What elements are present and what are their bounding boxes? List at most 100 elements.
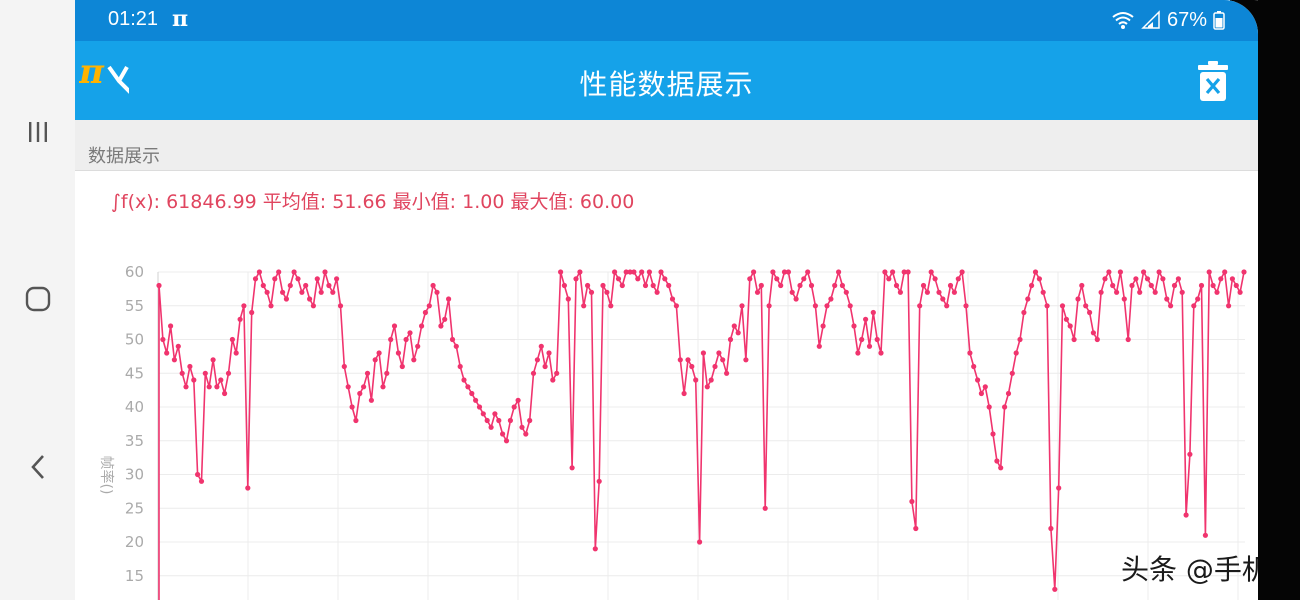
data-point — [824, 303, 830, 309]
data-point — [1148, 282, 1154, 289]
data-point — [1160, 276, 1166, 282]
data-point — [1183, 512, 1189, 518]
data-point — [283, 296, 289, 302]
data-point — [913, 525, 919, 532]
data-point — [179, 370, 185, 376]
y-tick-label: 15 — [125, 567, 144, 585]
system-nav-bar — [0, 0, 75, 600]
recents-icon[interactable] — [18, 112, 58, 152]
data-point — [249, 309, 255, 316]
data-point — [554, 370, 560, 376]
data-point — [604, 289, 610, 295]
data-point — [388, 336, 394, 343]
data-point — [210, 357, 216, 363]
data-point — [1106, 269, 1112, 275]
data-point — [681, 390, 687, 397]
home-icon[interactable] — [18, 279, 58, 319]
data-point — [704, 384, 710, 390]
data-point — [1013, 350, 1019, 356]
y-tick-label: 20 — [125, 533, 144, 551]
data-point — [198, 478, 205, 484]
data-point — [1171, 282, 1178, 289]
data-point — [1052, 586, 1058, 592]
data-point — [276, 269, 282, 275]
data-point — [650, 282, 656, 289]
data-point — [847, 303, 853, 309]
section-header: 数据展示 — [75, 120, 1258, 171]
data-point — [612, 269, 618, 275]
data-point — [1195, 296, 1201, 302]
data-point — [1002, 404, 1008, 410]
data-point — [326, 282, 332, 289]
data-point — [778, 282, 784, 289]
data-point — [866, 343, 873, 349]
data-point — [820, 323, 826, 329]
data-point — [1102, 276, 1108, 282]
data-point — [303, 282, 309, 289]
data-point — [1152, 289, 1158, 295]
data-point — [1222, 269, 1228, 275]
data-point — [295, 276, 301, 282]
data-point — [187, 363, 193, 370]
data-point — [503, 438, 510, 444]
data-point — [473, 397, 479, 403]
data-point — [658, 269, 664, 275]
data-point — [998, 465, 1004, 471]
data-point — [1067, 323, 1073, 329]
data-point — [1226, 303, 1232, 309]
data-point — [1114, 289, 1120, 295]
data-point — [376, 350, 382, 356]
data-point — [870, 309, 876, 316]
data-point — [384, 370, 390, 376]
stat-max: 最大值: 60.00 — [510, 191, 635, 213]
data-point — [581, 303, 587, 309]
data-point — [171, 357, 177, 363]
data-point — [1009, 370, 1015, 376]
data-point — [569, 465, 575, 471]
data-point — [314, 276, 320, 282]
data-point — [1071, 336, 1077, 343]
data-point — [928, 269, 934, 275]
data-point — [720, 357, 726, 363]
data-point — [986, 404, 992, 410]
data-point — [1036, 276, 1042, 282]
data-point — [947, 282, 954, 289]
y-tick-label: 60 — [125, 263, 144, 281]
data-point — [893, 282, 900, 289]
data-point — [156, 282, 162, 289]
y-tick-label: 35 — [125, 432, 144, 450]
data-point — [978, 390, 985, 397]
data-point — [1125, 336, 1131, 343]
data-point — [500, 431, 506, 437]
data-point — [507, 417, 513, 424]
data-point — [731, 323, 737, 329]
data-point — [1117, 269, 1123, 275]
data-point — [990, 431, 996, 437]
data-point — [963, 303, 969, 309]
trash-icon[interactable] — [1197, 60, 1229, 102]
data-point — [1133, 276, 1139, 282]
status-icons: 67% — [1111, 7, 1225, 33]
app-bar: π 性能数据展示 — [75, 41, 1258, 120]
data-point — [955, 276, 961, 282]
data-point — [573, 276, 579, 282]
data-point — [287, 282, 293, 289]
data-point — [878, 350, 884, 356]
data-point — [600, 282, 606, 289]
data-point — [951, 289, 958, 295]
data-point — [1021, 309, 1027, 316]
stat-min: 最小值: 1.00 — [392, 191, 511, 213]
data-point — [662, 276, 668, 282]
data-point — [446, 296, 452, 302]
data-point — [886, 276, 892, 282]
back-icon[interactable] — [18, 447, 58, 487]
data-point — [642, 282, 649, 289]
data-point — [766, 303, 772, 309]
data-point — [851, 323, 857, 329]
signal-icon — [1141, 10, 1160, 29]
data-point — [430, 282, 436, 289]
data-point — [944, 303, 950, 309]
data-point — [415, 343, 421, 349]
data-point — [353, 417, 359, 424]
data-point — [982, 384, 988, 390]
